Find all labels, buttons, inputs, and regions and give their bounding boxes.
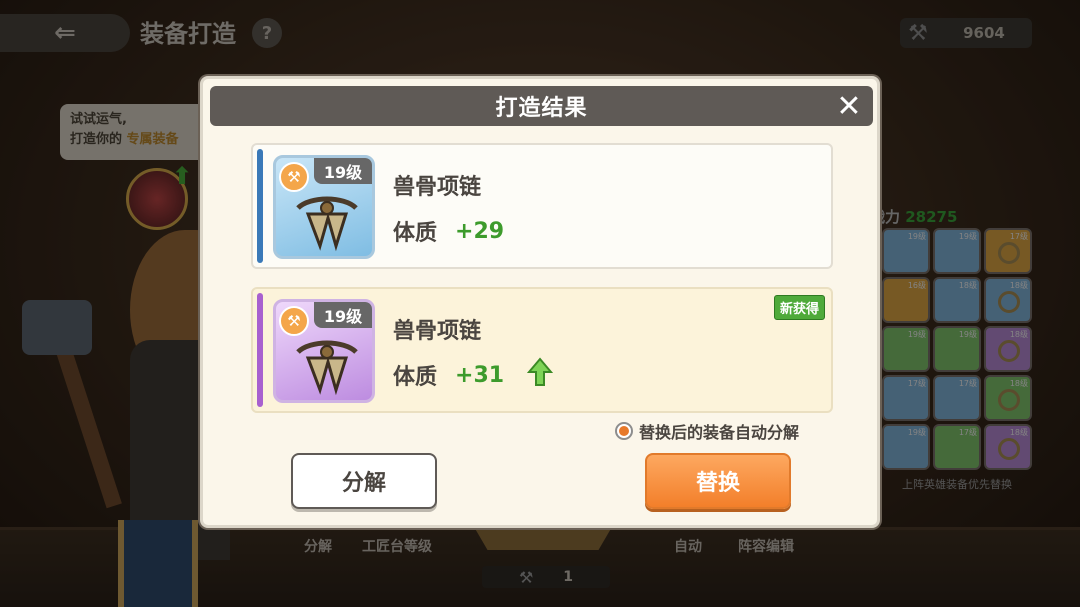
item-name: 兽骨项链 xyxy=(393,319,482,344)
item-stat: 体质 +29 xyxy=(393,215,504,247)
item-level: 19级 xyxy=(314,302,372,328)
item-name: 兽骨项链 xyxy=(393,175,482,200)
auto-salvage-option[interactable]: 替换后的装备自动分解 xyxy=(615,419,799,443)
stat-value: +29 xyxy=(455,218,505,244)
rarity-stripe-blue xyxy=(257,149,263,263)
rarity-stripe-purple xyxy=(257,293,263,407)
stat-label: 体质 xyxy=(393,221,438,246)
equipment-icon[interactable]: ⚒ 19级 xyxy=(273,299,375,403)
close-icon[interactable]: ✕ xyxy=(833,89,865,124)
stat-up-arrow-icon xyxy=(527,357,553,386)
new-obtained-badge: 新获得 xyxy=(773,295,825,320)
salvage-button[interactable]: 分解 xyxy=(291,453,437,509)
forge-result-dialog: 打造结果 ✕ ⚒ 19级 兽骨项链 体质 +29 ⚒ 19级 兽骨项链 体质 +… xyxy=(200,76,880,528)
stat-value: +31 xyxy=(455,362,505,388)
equipment-icon[interactable]: ⚒ 19级 xyxy=(273,155,375,259)
auto-salvage-label: 替换后的装备自动分解 xyxy=(639,423,800,442)
current-equipment-card: ⚒ 19级 兽骨项链 体质 +29 xyxy=(251,143,833,269)
bone-necklace-icon xyxy=(296,340,358,396)
auto-salvage-radio[interactable] xyxy=(615,422,633,440)
stat-label: 体质 xyxy=(393,365,438,390)
dialog-header: 打造结果 ✕ xyxy=(210,86,873,126)
bone-necklace-icon xyxy=(296,196,358,252)
replace-button[interactable]: 替换 xyxy=(645,453,791,509)
new-equipment-card: ⚒ 19级 兽骨项链 体质 +31 新获得 xyxy=(251,287,833,413)
item-level: 19级 xyxy=(314,158,372,184)
item-stat: 体质 +31 xyxy=(393,359,504,391)
dialog-title: 打造结果 xyxy=(495,96,588,121)
radio-dot-icon xyxy=(619,426,629,436)
